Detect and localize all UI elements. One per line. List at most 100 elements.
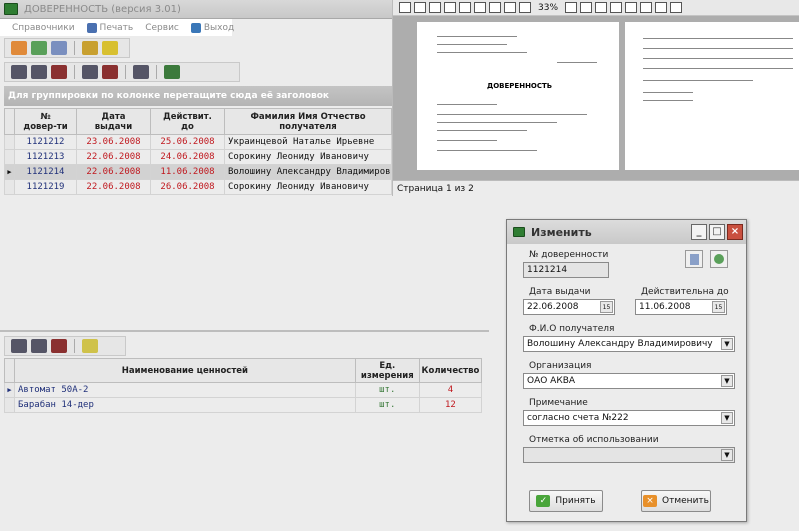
menu-item-directories[interactable]: Справочники: [12, 23, 75, 33]
save-icon[interactable]: [429, 2, 441, 13]
page-setup-icon[interactable]: [444, 2, 456, 13]
zoom-level[interactable]: 33%: [534, 3, 562, 13]
col-header-unit[interactable]: Ед. измерения: [354, 358, 420, 383]
preview-page-area[interactable]: ДОВЕРЕННОСТЬ: [393, 16, 799, 180]
document-icon[interactable]: [51, 41, 67, 55]
delete-item-icon[interactable]: [51, 339, 67, 353]
printer-icon: [86, 22, 97, 33]
open-icon[interactable]: [414, 2, 426, 13]
user-icon: [714, 254, 724, 264]
first-page-icon[interactable]: [655, 2, 668, 13]
accept-button[interactable]: ✓ Принять: [529, 490, 603, 512]
scan-button[interactable]: [685, 250, 703, 268]
home-icon[interactable]: [11, 41, 27, 55]
list-item[interactable]: ▶ Автомат 50А-2 шт. 4: [3, 382, 483, 398]
group-by-panel[interactable]: Для группировки по колонке перетащите сю…: [4, 86, 392, 106]
proxy-table: № довер-ти Дата выдачи Действит. до Фами…: [4, 108, 392, 195]
table-row[interactable]: ▶ 1121214 22.06.2008 11.06.2008 Волошину Але…: [4, 164, 392, 180]
cell-number: 1121212: [14, 134, 77, 150]
menu-item-print[interactable]: Печать: [86, 22, 133, 33]
add-item-icon[interactable]: [11, 339, 27, 353]
minimize-button[interactable]: _: [691, 224, 707, 240]
cell-unit: шт.: [354, 397, 420, 413]
usage-mark-select[interactable]: ▼: [523, 447, 735, 463]
cancel-button[interactable]: × Отменить: [641, 490, 711, 512]
num-label: № доверенности: [529, 250, 609, 260]
print-preview-window: 33% ДОВЕРЕННОСТЬ Страница 1 из 2: [392, 0, 799, 196]
print-icon[interactable]: [399, 2, 411, 13]
col-header-item-name[interactable]: Наименование ценностей: [14, 358, 356, 383]
chevron-down-icon[interactable]: ▼: [721, 375, 733, 387]
col-header-valid-until[interactable]: Действит. до: [150, 108, 225, 135]
row-indicator: [4, 179, 15, 195]
delete-page-icon[interactable]: [625, 2, 638, 13]
one-page-icon[interactable]: [474, 2, 486, 13]
checkmark-icon: ✓: [536, 495, 551, 507]
columns-icon[interactable]: [133, 65, 149, 79]
edit-page-icon[interactable]: [610, 2, 623, 13]
chevron-down-icon[interactable]: ▼: [721, 412, 733, 424]
splitter[interactable]: [0, 330, 489, 332]
valid-until-label: Действительна до: [641, 287, 729, 297]
prev-page-icon[interactable]: [670, 2, 683, 13]
key-icon[interactable]: [82, 41, 98, 55]
list-item[interactable]: Барабан 14-дер шт. 12: [3, 397, 483, 413]
recipient-select[interactable]: Волошину Александру Владимировичу ▼: [523, 336, 735, 352]
clear-filter-icon[interactable]: [102, 65, 118, 79]
organization-select[interactable]: ОАО АКВА ▼: [523, 373, 735, 389]
page-width-icon[interactable]: [519, 2, 531, 13]
col-header-recipient[interactable]: Фамилия Имя Отчество получателя: [224, 108, 392, 135]
table-row[interactable]: 1121213 22.06.2008 24.06.2008 Сорокину Леон…: [4, 149, 392, 165]
calendar-icon[interactable]: 15: [712, 301, 725, 313]
note-select[interactable]: согласно счета №222 ▼: [523, 410, 735, 426]
cell-quantity: 4: [418, 382, 483, 398]
folder-icon[interactable]: [102, 41, 118, 55]
user-icon[interactable]: [31, 41, 47, 55]
add-record-icon[interactable]: [11, 65, 27, 79]
chevron-down-icon[interactable]: ▼: [721, 338, 733, 350]
calendar-icon[interactable]: 15: [600, 301, 613, 313]
maximize-button[interactable]: □: [709, 224, 725, 240]
row-indicator: [3, 397, 16, 413]
cell-number: 1121214: [14, 164, 77, 180]
export-icon[interactable]: [164, 65, 180, 79]
zoom-tool-icon[interactable]: [595, 2, 608, 13]
export-page-icon[interactable]: [640, 2, 653, 13]
row-indicator: ▶: [4, 164, 15, 180]
col-header-number[interactable]: № довер-ти: [14, 108, 77, 135]
find-icon[interactable]: [459, 2, 471, 13]
menu-item-exit[interactable]: Выход: [190, 22, 234, 33]
menu-bar: Справочники Печать Сервис Выход: [0, 19, 234, 36]
edit-dialog-title: Изменить: [531, 225, 592, 239]
item-folder-icon[interactable]: [82, 339, 98, 353]
issue-date-label: Дата выдачи: [529, 287, 591, 297]
table-row[interactable]: 1121219 22.06.2008 26.06.2008 Сорокину Леон…: [4, 179, 392, 195]
issue-date-field[interactable]: 22.06.2008 15: [523, 299, 615, 315]
edit-item-icon[interactable]: [31, 339, 47, 353]
cell-issue-date: 22.06.2008: [76, 164, 151, 180]
edit-dialog-titlebar[interactable]: Изменить _ □ ×: [507, 220, 746, 244]
main-window-title: ДОВЕРЕННОСТЬ (версия 3.01): [24, 3, 181, 15]
valid-until-field[interactable]: 11.06.2008 15: [635, 299, 727, 315]
grid-toolbar: [4, 62, 240, 82]
hand-tool-icon[interactable]: [580, 2, 593, 13]
cell-valid-until: 24.06.2008: [150, 149, 225, 165]
col-header-issue-date[interactable]: Дата выдачи: [76, 108, 151, 135]
cell-recipient: Сорокину Леониду Ивановичу: [224, 179, 392, 195]
col-header-quantity[interactable]: Количество: [418, 358, 483, 383]
preview-doc-title: ДОВЕРЕННОСТЬ: [487, 82, 553, 90]
close-button[interactable]: ×: [727, 224, 743, 240]
filter-icon[interactable]: [82, 65, 98, 79]
cell-valid-until: 25.06.2008: [150, 134, 225, 150]
chevron-down-icon[interactable]: ▼: [721, 449, 733, 461]
zoom-dropdown-icon[interactable]: [565, 2, 578, 13]
multi-page-icon[interactable]: [504, 2, 516, 13]
delete-record-icon[interactable]: [51, 65, 67, 79]
menu-item-service[interactable]: Сервис: [145, 23, 179, 33]
recipient-lookup-button[interactable]: [710, 250, 728, 268]
usage-mark-label: Отметка об использовании: [529, 435, 659, 445]
edit-record-icon[interactable]: [31, 65, 47, 79]
table-row[interactable]: 1121212 23.06.2008 25.06.2008 Украинцевой Н…: [4, 134, 392, 150]
two-pages-icon[interactable]: [489, 2, 501, 13]
num-field[interactable]: 1121214: [523, 262, 609, 278]
